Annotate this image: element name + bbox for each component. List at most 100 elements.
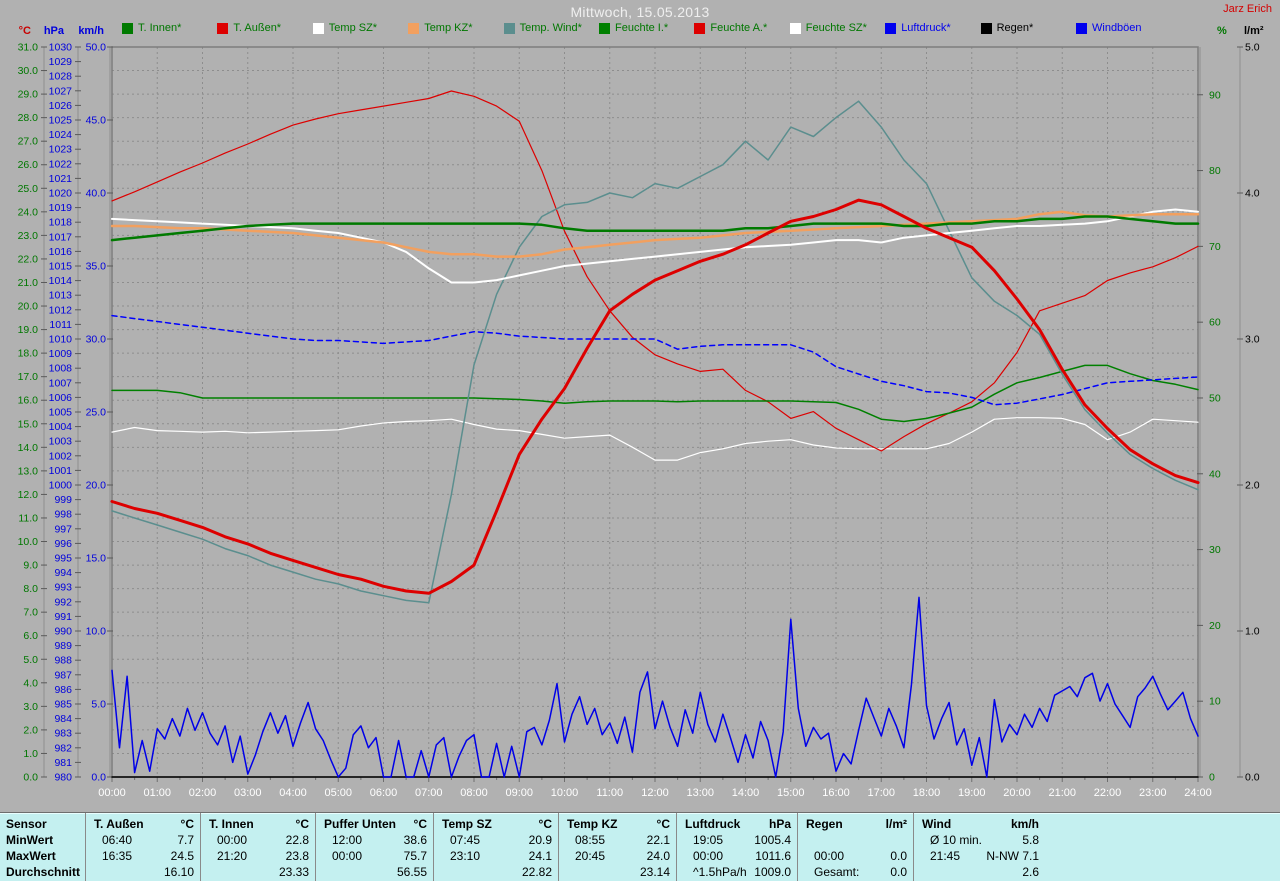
hpa-tick-label: 1010: [49, 334, 73, 346]
column-header: T. Außen°C: [86, 816, 200, 832]
percent-tick-label: 50: [1209, 392, 1221, 404]
hpa-tick-label: 1000: [49, 480, 73, 492]
sensor-stats-table: SensorMinWertMaxWertDurchschnittT. Außen…: [0, 812, 1280, 881]
celsius-tick-label: 24.0: [18, 206, 39, 218]
hpa-tick-label: 987: [54, 669, 72, 681]
percent-tick-label: 90: [1209, 89, 1221, 101]
time-tick-label: 04:00: [279, 787, 307, 799]
chart-area: 0.01.02.03.04.05.06.07.08.09.010.011.012…: [0, 0, 1280, 810]
time-tick-label: 19:00: [958, 787, 986, 799]
stat-time: 00:00: [685, 848, 723, 864]
hpa-tick-label: 1029: [49, 56, 73, 68]
kmh-tick-label: 45.0: [86, 115, 107, 127]
stat-value: 1009.0: [754, 864, 791, 880]
celsius-tick-label: 28.0: [18, 112, 39, 124]
table-row: 23.33: [201, 864, 315, 880]
table-row: 06:407.7: [86, 832, 200, 848]
celsius-tick-label: 13.0: [18, 465, 39, 477]
celsius-tick-label: 29.0: [18, 89, 39, 101]
sensor-name: Puffer Unten: [324, 816, 396, 832]
stat-value: N-NW 7.1: [986, 848, 1039, 864]
percent-axis-header: %: [1217, 25, 1227, 37]
hpa-tick-label: 1023: [49, 144, 73, 156]
hpa-tick-label: 1016: [49, 246, 73, 258]
time-tick-label: 22:00: [1094, 787, 1122, 799]
table-row: Gesamt:0.0: [798, 864, 913, 880]
celsius-tick-label: 17.0: [18, 371, 39, 383]
celsius-tick-label: 18.0: [18, 348, 39, 360]
celsius-axis: 0.01.02.03.04.05.06.07.08.09.010.011.012…: [18, 25, 47, 784]
celsius-tick-label: 11.0: [18, 512, 38, 524]
celsius-tick-label: 20.0: [18, 301, 39, 313]
hpa-tick-label: 1018: [49, 217, 73, 229]
percent-tick-label: 80: [1209, 165, 1221, 177]
table-column-temp-sz: Temp SZ°C07:4520.923:1024.122.82: [433, 813, 558, 881]
hpa-tick-label: 1030: [49, 42, 73, 54]
lm2-axis: 0.01.02.03.04.05.0l/m²: [1237, 25, 1264, 784]
table-column-temp-kz: Temp KZ°C08:5522.120:4524.023.14: [558, 813, 676, 881]
stat-time: 00:00: [324, 848, 362, 864]
sensor-name: T. Außen: [94, 816, 144, 832]
percent-tick-label: 0: [1209, 772, 1215, 784]
hpa-tick-label: 1020: [49, 188, 73, 200]
stat-value: 22.8: [286, 832, 309, 848]
sensor-unit: °C: [414, 816, 427, 832]
hpa-tick-label: 992: [54, 596, 72, 608]
kmh-tick-label: 10.0: [86, 626, 107, 638]
time-tick-label: 05:00: [324, 787, 352, 799]
celsius-tick-label: 6.0: [23, 630, 38, 642]
time-tick-label: 24:00: [1184, 787, 1212, 799]
kmh-axis-header: km/h: [78, 25, 104, 37]
time-tick-label: 13:00: [686, 787, 714, 799]
table-column-t-au-en: T. Außen°C06:407.716:3524.516.10: [85, 813, 200, 881]
time-tick-label: 16:00: [822, 787, 850, 799]
column-header: Windkm/h: [914, 816, 1045, 832]
table-row: Ø 10 min.5.8: [914, 832, 1045, 848]
percent-axis: 0102030405060708090%: [1197, 25, 1227, 784]
stat-time: 21:45: [922, 848, 960, 864]
grid: [112, 47, 1198, 777]
celsius-tick-label: 5.0: [23, 654, 38, 666]
hpa-tick-label: 1015: [49, 261, 73, 273]
stat-value: 22.1: [647, 832, 670, 848]
stat-value: 0.0: [890, 848, 907, 864]
kmh-tick-label: 5.0: [91, 699, 106, 711]
sensor-name: Temp KZ: [567, 816, 617, 832]
celsius-tick-label: 4.0: [23, 677, 38, 689]
table-row: 16.10: [86, 864, 200, 880]
hpa-tick-label: 1012: [49, 304, 73, 316]
table-column-regen: Regenl/m²00:000.0Gesamt:0.0: [797, 813, 913, 881]
hpa-tick-label: 1024: [49, 129, 73, 141]
column-header: T. Innen°C: [201, 816, 315, 832]
table-filler: [1045, 813, 1280, 881]
hpa-tick-label: 1006: [49, 392, 73, 404]
time-tick-label: 06:00: [370, 787, 398, 799]
time-tick-label: 20:00: [1003, 787, 1031, 799]
time-tick-label: 18:00: [913, 787, 941, 799]
time-tick-label: 17:00: [867, 787, 895, 799]
stat-time: [442, 864, 450, 880]
hpa-tick-label: 1004: [49, 421, 73, 433]
hpa-tick-label: 984: [54, 713, 72, 725]
stat-time: 19:05: [685, 832, 723, 848]
time-tick-label: 08:00: [460, 787, 488, 799]
lm2-axis-header: l/m²: [1244, 25, 1264, 37]
row-label: Durchschnitt: [0, 864, 85, 880]
weather-app-window: Mittwoch, 15.05.2013 Jarz Erich T. Innen…: [0, 0, 1280, 881]
hpa-tick-label: 1025: [49, 115, 73, 127]
celsius-tick-label: 16.0: [18, 395, 39, 407]
hpa-tick-label: 999: [54, 494, 72, 506]
sensor-name: Luftdruck: [685, 816, 740, 832]
stat-time: ^1.5hPa/h: [685, 864, 747, 880]
time-tick-label: 03:00: [234, 787, 262, 799]
lm2-tick-label: 2.0: [1245, 480, 1260, 492]
table-row: 19:051005.4: [677, 832, 797, 848]
kmh-axis: 0.05.010.015.020.025.030.035.040.045.050…: [78, 25, 113, 784]
kmh-tick-label: 30.0: [86, 334, 107, 346]
column-header: Temp SZ°C: [434, 816, 558, 832]
kmh-tick-label: 0.0: [91, 772, 106, 784]
stat-time: 06:40: [94, 832, 132, 848]
time-tick-label: 14:00: [732, 787, 760, 799]
stat-value: 5.8: [1022, 832, 1039, 848]
table-row: 20:4524.0: [559, 848, 676, 864]
